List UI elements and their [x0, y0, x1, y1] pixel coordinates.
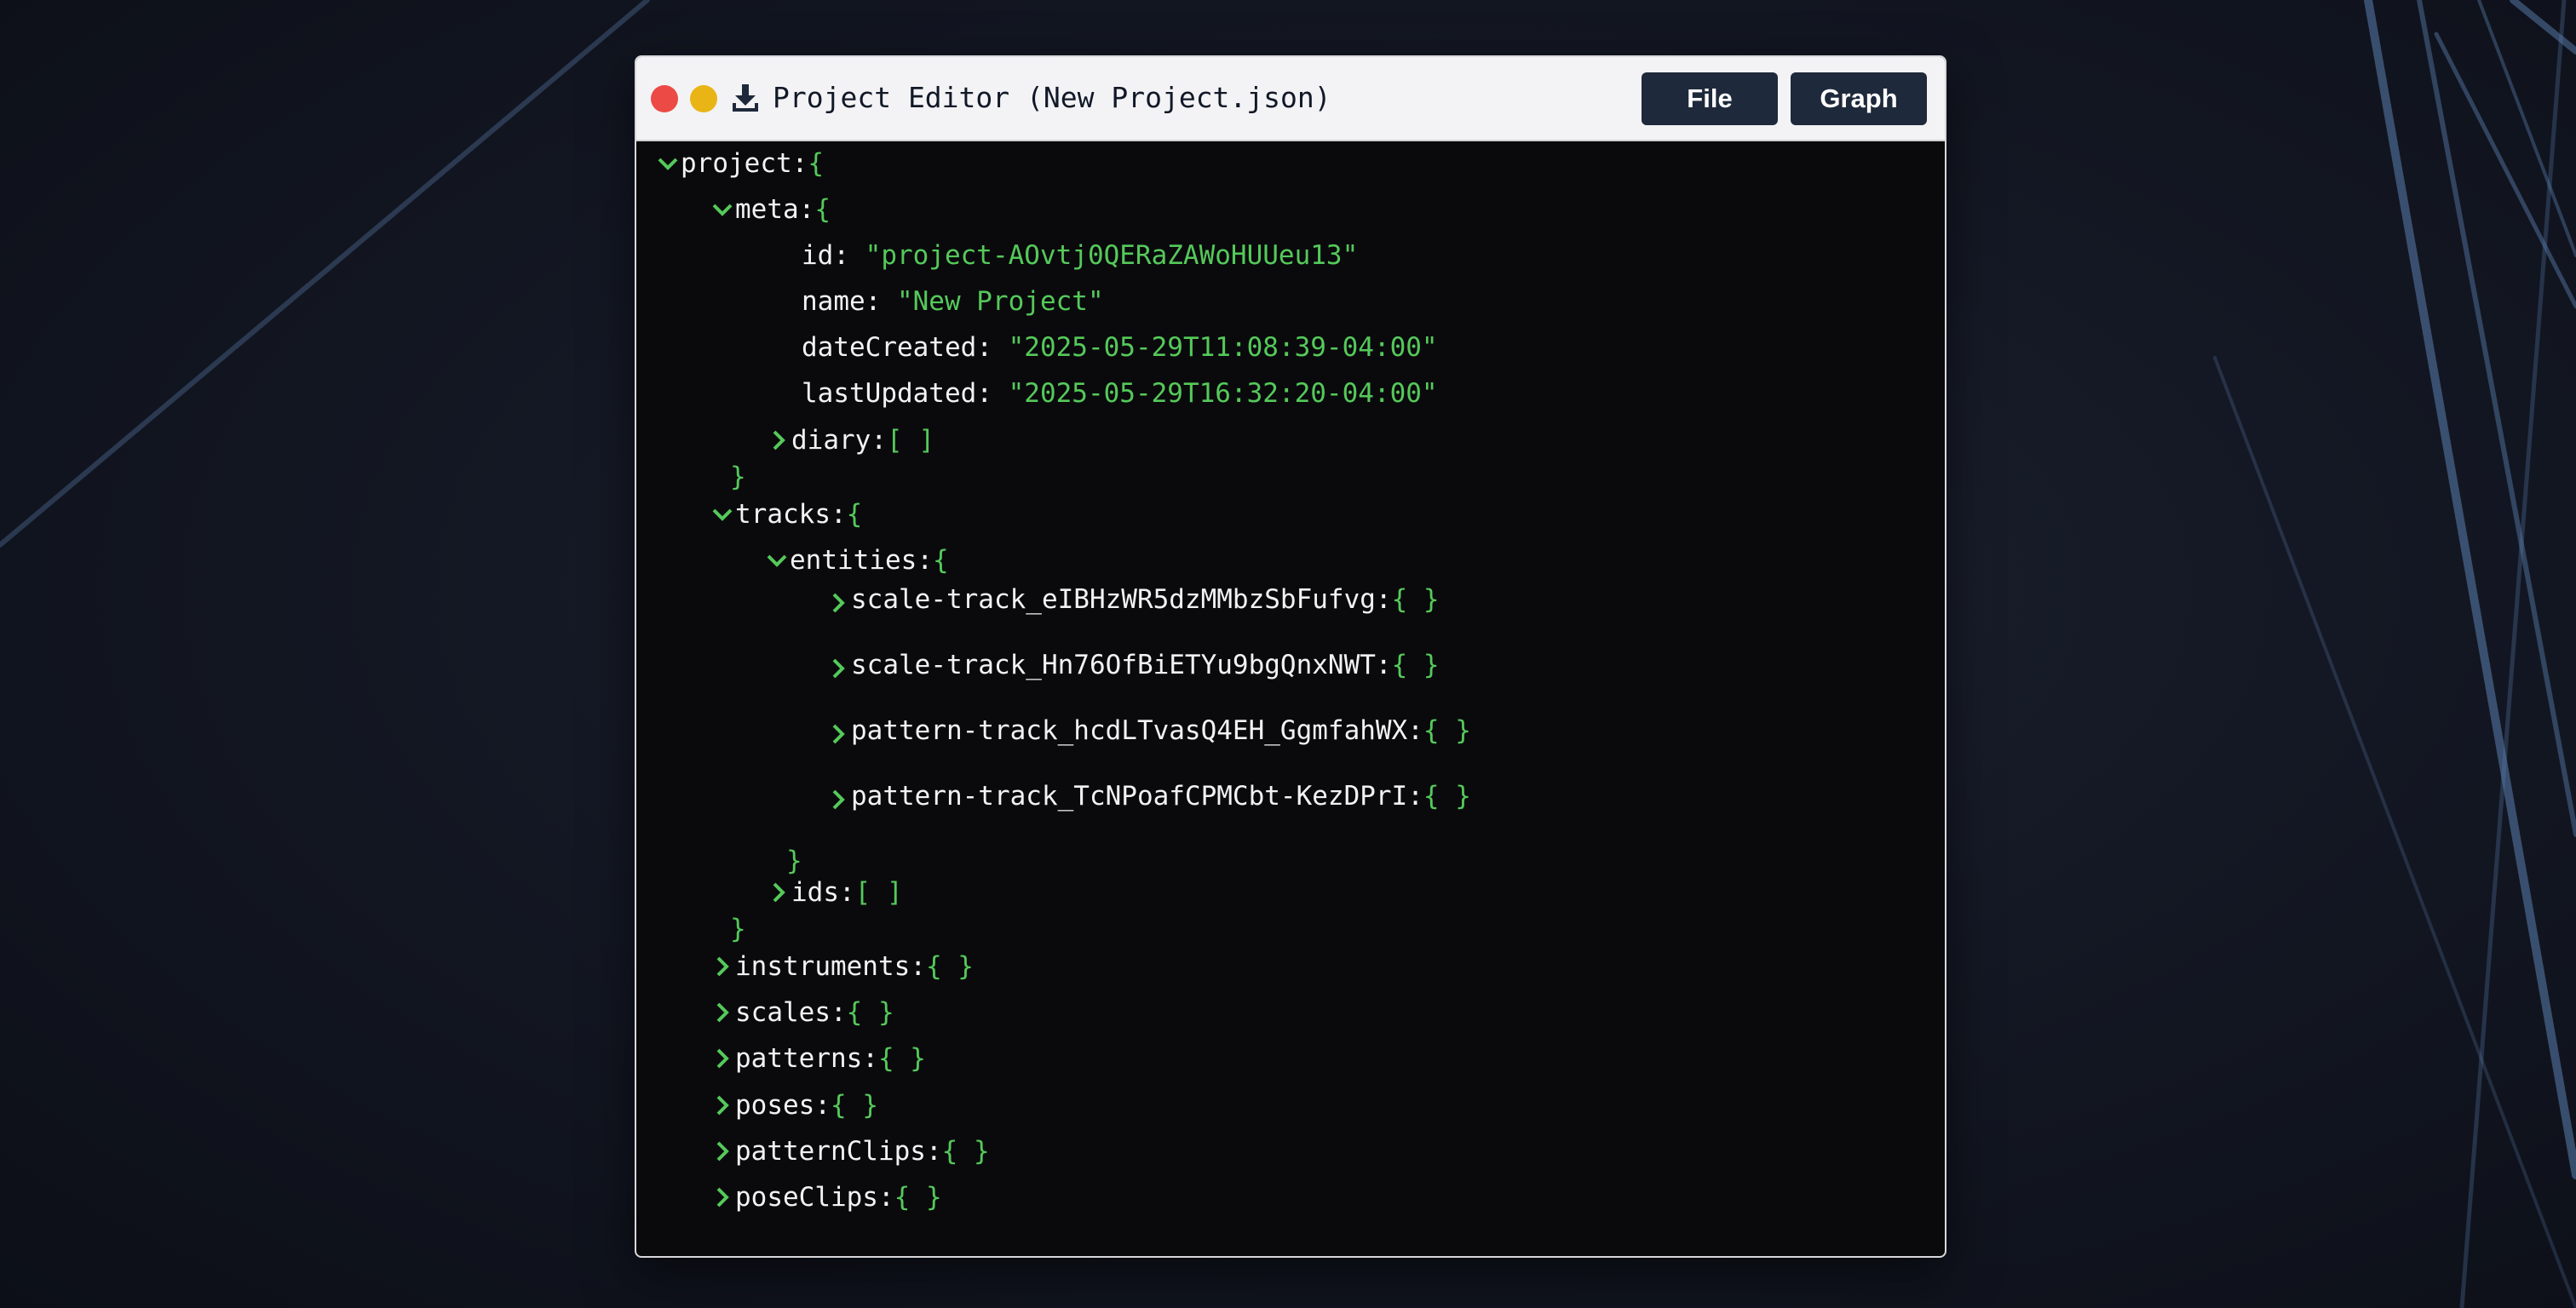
node-collapsed-value: { } [1391, 650, 1440, 680]
node-key: pattern-track_TcNPoafCPMCbt-KezDPrI [851, 781, 1408, 812]
tree-node-patterns[interactable]: patterns:{ } [710, 1040, 926, 1077]
node-collapsed-value: { } [1391, 584, 1440, 615]
node-open-brace: { [814, 194, 831, 225]
window-title: Project Editor (New Project.json) [773, 81, 1331, 114]
node-collapsed-value: { } [846, 997, 894, 1028]
tree-node-entity[interactable]: pattern-track_TcNPoafCPMCbt-KezDPrI:{ } [825, 777, 1471, 815]
leaf-value: "2025-05-29T16:32:20-04:00" [1008, 378, 1438, 409]
file-button[interactable]: File [1642, 72, 1778, 125]
tree-leaf-lastUpdated[interactable]: lastUpdated: "2025-05-29T16:32:20-04:00" [802, 375, 1438, 412]
node-collapsed-value: { } [831, 1090, 878, 1121]
tracks-close-brace: } [730, 910, 746, 948]
node-collapsed-value: { } [1423, 781, 1471, 812]
leaf-value: "project-AOvtj0QERaZAWoHUUeu13" [865, 240, 1359, 271]
tree-node-poseClips[interactable]: poseClips:{ } [710, 1179, 942, 1216]
node-key: scales [735, 997, 831, 1028]
leaf-key: lastUpdated [802, 378, 977, 409]
chevron-right-icon[interactable] [825, 646, 851, 684]
node-key: project [681, 148, 792, 179]
node-key: meta [735, 194, 799, 225]
close-brace: } [730, 462, 746, 492]
close-window-button[interactable] [651, 85, 678, 112]
chevron-right-icon[interactable] [766, 422, 791, 459]
close-brace: } [786, 846, 802, 876]
chevron-right-icon[interactable] [710, 994, 735, 1031]
node-collapsed-value: { } [1423, 715, 1471, 746]
node-key: instruments [735, 951, 911, 982]
tree-node-entity[interactable]: pattern-track_hcdLTvasQ4EH_GgmfahWX:{ } [825, 712, 1471, 749]
node-key: scale-track_Hn76OfBiETYu9bgQnxNWT [851, 650, 1376, 680]
title-bar: Project Editor (New Project.json) File G… [636, 57, 1945, 141]
node-collapsed-value: { } [925, 951, 974, 982]
tree-leaf-dateCreated[interactable]: dateCreated: "2025-05-29T11:08:39-04:00" [802, 329, 1438, 366]
leaf-key: name [802, 286, 865, 317]
tree-node-scales[interactable]: scales:{ } [710, 994, 894, 1031]
chevron-right-icon[interactable] [710, 948, 735, 985]
json-tree-editor: project:{ meta:{ id: "project-AOvtj0QERa… [636, 141, 1945, 1256]
chevron-down-icon[interactable] [764, 542, 790, 579]
node-key: diary [791, 425, 871, 456]
node-key: ids [791, 877, 839, 908]
tree-node-entities[interactable]: entities:{ [764, 542, 949, 579]
chevron-down-icon[interactable] [655, 145, 681, 182]
minimize-window-button[interactable] [690, 85, 717, 112]
node-open-brace: { [846, 499, 863, 530]
node-collapsed-value: { } [941, 1136, 990, 1167]
chevron-right-icon[interactable] [766, 874, 791, 911]
node-open-brace: { [808, 148, 824, 179]
chevron-right-icon[interactable] [710, 1179, 735, 1216]
node-collapsed-value: [ ] [887, 425, 934, 456]
chevron-right-icon[interactable] [710, 1040, 735, 1077]
node-key: poseClips [735, 1182, 878, 1213]
tree-node-entity[interactable]: scale-track_Hn76OfBiETYu9bgQnxNWT:{ } [825, 646, 1440, 684]
node-collapsed-value: [ ] [854, 877, 903, 908]
tree-node-project[interactable]: project:{ [655, 145, 824, 182]
node-open-brace: { [932, 545, 949, 576]
close-brace: } [730, 914, 746, 944]
leaf-value: "2025-05-29T11:08:39-04:00" [1008, 332, 1438, 363]
chevron-right-icon[interactable] [825, 712, 851, 749]
tree-leaf-name[interactable]: name: "New Project" [802, 283, 1104, 320]
node-collapsed-value: { } [894, 1182, 942, 1213]
node-key: scale-track_eIBHzWR5dzMMbzSbFufvg [851, 584, 1376, 615]
node-key: poses [735, 1090, 815, 1121]
chevron-right-icon[interactable] [825, 777, 851, 815]
chevron-right-icon[interactable] [710, 1133, 735, 1170]
tree-node-diary[interactable]: diary:[ ] [766, 422, 934, 459]
project-editor-window: Project Editor (New Project.json) File G… [635, 55, 1946, 1258]
leaf-key: dateCreated [802, 332, 977, 363]
leaf-key: id [802, 240, 834, 271]
tree-node-entity[interactable]: scale-track_eIBHzWR5dzMMbzSbFufvg:{ } [825, 581, 1440, 618]
node-key: entities [790, 545, 917, 576]
tree-node-meta[interactable]: meta:{ [710, 191, 831, 228]
tree-node-patternClips[interactable]: patternClips:{ } [710, 1133, 990, 1170]
graph-button[interactable]: Graph [1791, 72, 1927, 125]
node-collapsed-value: { } [877, 1043, 926, 1074]
node-key: pattern-track_hcdLTvasQ4EH_GgmfahWX [851, 715, 1408, 746]
download-icon[interactable] [731, 83, 760, 113]
tree-node-ids[interactable]: ids:[ ] [766, 874, 903, 911]
chevron-down-icon[interactable] [710, 191, 735, 228]
node-key: patternClips [735, 1136, 926, 1167]
tree-node-tracks[interactable]: tracks:{ [710, 496, 862, 533]
chevron-down-icon[interactable] [710, 496, 735, 533]
node-key: tracks [735, 499, 831, 530]
tree-node-instruments[interactable]: instruments:{ } [710, 948, 974, 985]
chevron-right-icon[interactable] [825, 581, 851, 618]
leaf-value: "New Project" [896, 286, 1104, 317]
tree-node-poses[interactable]: poses:{ } [710, 1087, 878, 1124]
node-key: patterns [735, 1043, 863, 1074]
tree-leaf-id[interactable]: id: "project-AOvtj0QERaZAWoHUUeu13" [802, 237, 1358, 274]
chevron-right-icon[interactable] [710, 1087, 735, 1124]
meta-close-brace: } [730, 458, 746, 496]
